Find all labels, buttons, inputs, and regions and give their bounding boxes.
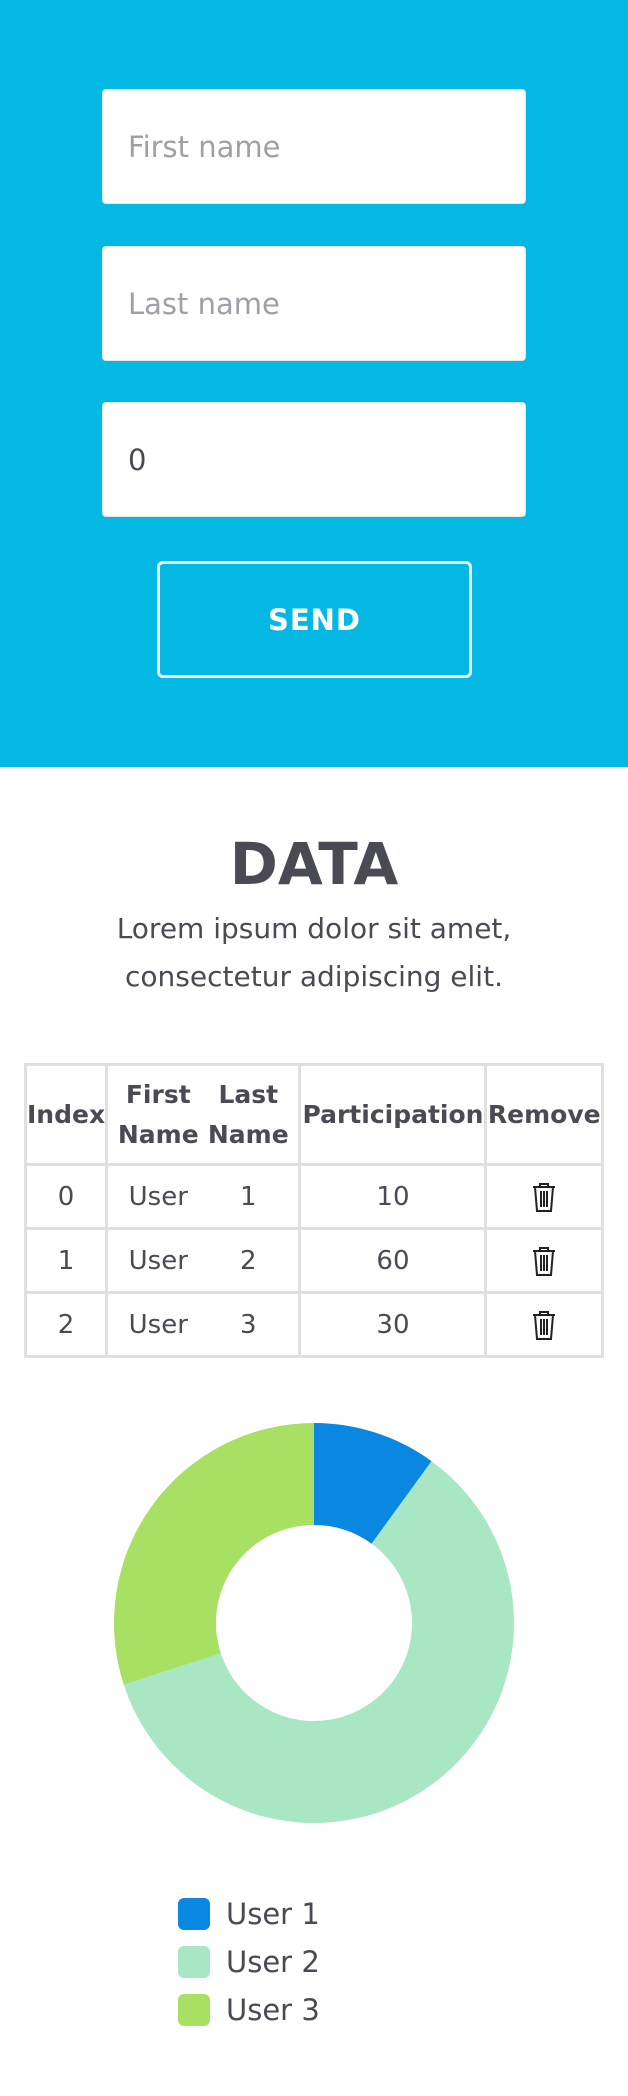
cell-participation: 30 <box>298 1291 488 1358</box>
participation-input[interactable] <box>102 402 526 517</box>
legend-swatch <box>178 1994 210 2026</box>
trash-icon[interactable] <box>530 1309 558 1341</box>
legend-label: User 2 <box>226 1945 320 1979</box>
cell-index: 2 <box>23 1291 109 1358</box>
legend-swatch <box>178 1946 210 1978</box>
section-title: DATA <box>229 830 399 898</box>
trash-icon[interactable] <box>530 1181 558 1213</box>
last-name-input[interactable] <box>102 246 526 361</box>
cell-participation: 10 <box>298 1163 488 1230</box>
header-index: Index <box>23 1063 109 1166</box>
header-name: First NameLast Name <box>105 1063 302 1166</box>
trash-icon[interactable] <box>530 1245 558 1277</box>
table-row: 1 User 2 60 <box>23 1227 604 1294</box>
table-header-row: Index First NameLast Name Participation … <box>23 1063 604 1166</box>
table-row: 0 User 1 10 <box>23 1163 604 1230</box>
cell-index: 1 <box>23 1227 109 1294</box>
cell-remove <box>484 1227 604 1294</box>
send-button[interactable]: SEND <box>157 561 472 678</box>
legend-item: User 3 <box>178 1986 320 2034</box>
legend-item: User 2 <box>178 1938 320 1986</box>
legend-swatch <box>178 1898 210 1930</box>
legend-label: User 1 <box>226 1897 320 1931</box>
form-section: SEND <box>0 0 628 767</box>
cell-last-name: 1 <box>239 1181 257 1212</box>
cell-first-name: User <box>128 1245 188 1276</box>
donut-chart <box>113 1423 514 1823</box>
header-participation: Participation <box>298 1063 488 1166</box>
cell-name: User 1 <box>105 1163 302 1230</box>
cell-name: User 2 <box>105 1227 302 1294</box>
cell-name: User 3 <box>105 1291 302 1358</box>
header-remove: Remove <box>484 1063 604 1166</box>
participation-table: Index First NameLast Name Participation … <box>23 1063 604 1358</box>
legend-label: User 3 <box>226 1993 320 2027</box>
donut-slice-3 <box>113 1423 314 1685</box>
cell-first-name: User <box>128 1181 188 1212</box>
cell-first-name: User <box>128 1309 188 1340</box>
cell-participation: 60 <box>298 1227 488 1294</box>
cell-remove <box>484 1291 604 1358</box>
chart-legend: User 1 User 2 User 3 <box>178 1890 320 2034</box>
section-description: Lorem ipsum dolor sit amet, consectetur … <box>116 912 512 993</box>
legend-item: User 1 <box>178 1890 320 1938</box>
cell-index: 0 <box>23 1163 109 1230</box>
cell-last-name: 2 <box>239 1245 257 1276</box>
cell-remove <box>484 1163 604 1230</box>
cell-last-name: 3 <box>239 1309 257 1340</box>
header-first-name: First Name <box>117 1079 199 1149</box>
table-row: 2 User 3 30 <box>23 1291 604 1358</box>
first-name-input[interactable] <box>102 89 526 204</box>
header-last-name: Last Name <box>207 1079 289 1149</box>
